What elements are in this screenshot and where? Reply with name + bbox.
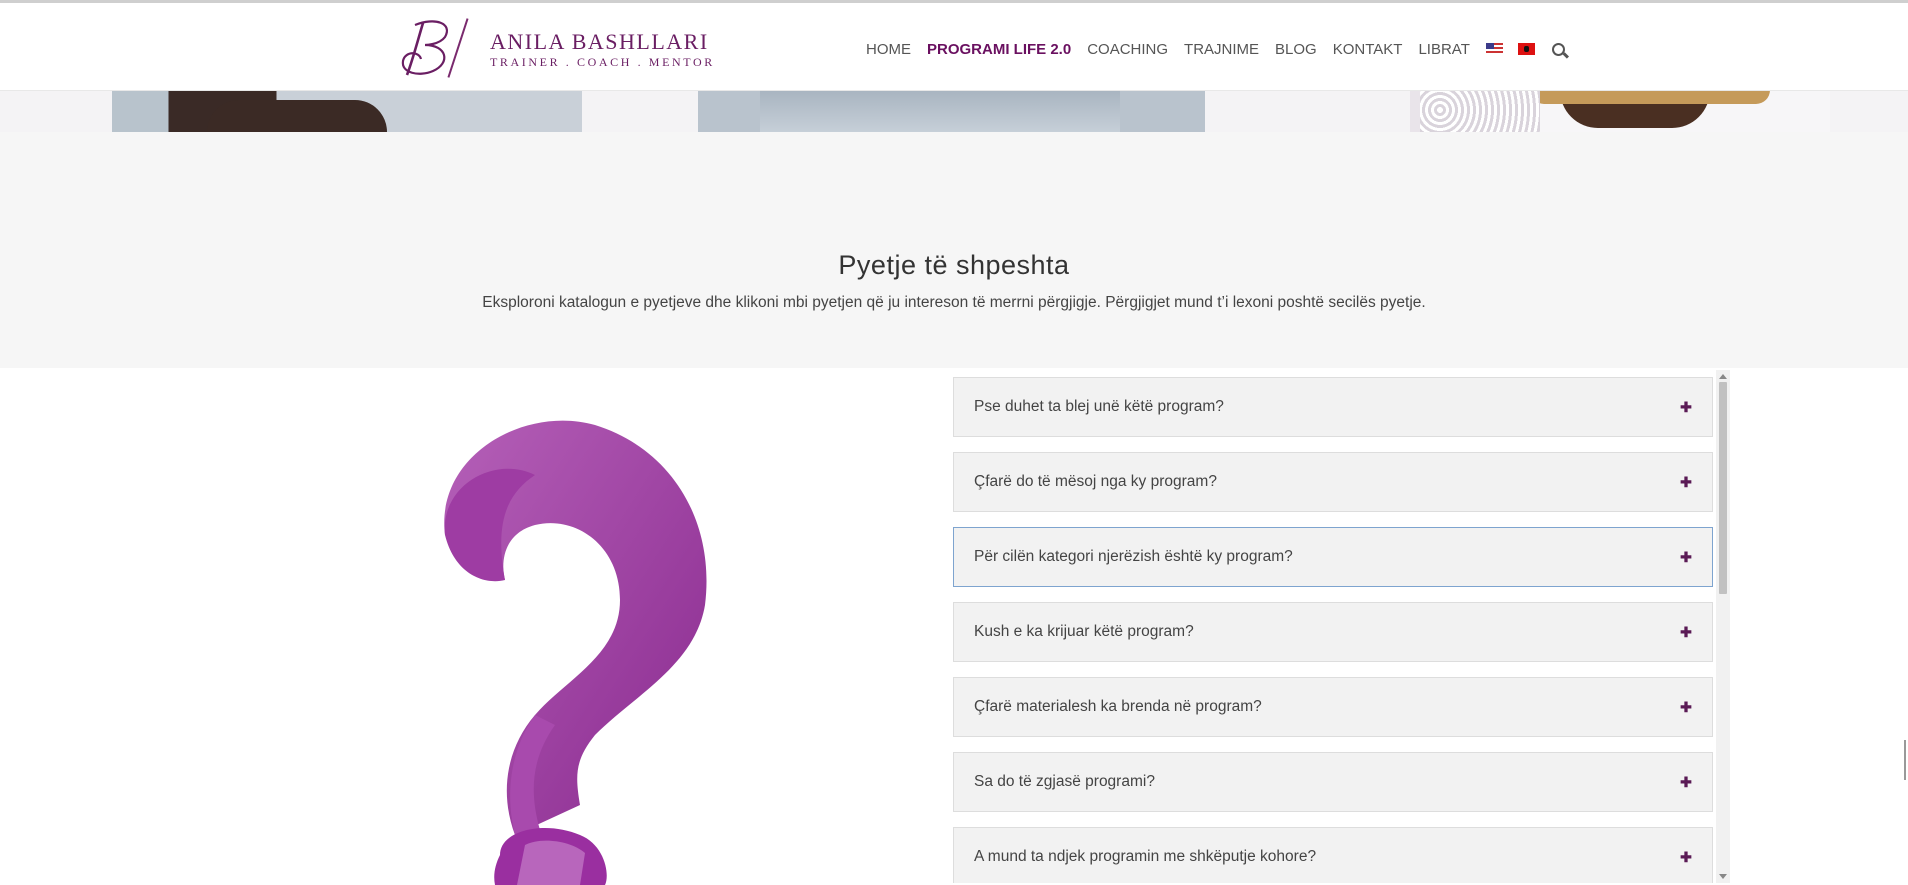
site-header: ANILA BASHLLARI TRAINER . COACH . MENTOR… — [0, 3, 1908, 91]
plus-icon[interactable]: ✚ — [1674, 774, 1698, 791]
nav-item-coaching[interactable]: COACHING — [1087, 41, 1168, 58]
faq-header-section: Pyetje të shpeshta Eksploroni katalogun … — [0, 132, 1908, 368]
nav-item-programi-life[interactable]: PROGRAMI LIFE 2.0 — [927, 41, 1071, 58]
brand-tagline: TRAINER . COACH . MENTOR — [490, 55, 715, 69]
scroll-up-icon[interactable] — [1719, 374, 1727, 379]
search-icon[interactable] — [1551, 43, 1568, 59]
scroll-down-icon[interactable] — [1719, 874, 1727, 879]
logo-monogram-icon — [401, 20, 448, 76]
nav-item-kontakt[interactable]: KONTAKT — [1333, 41, 1403, 58]
faq-item[interactable]: Pse duhet ta blej unë këtë program? ✚ — [953, 377, 1713, 437]
albania-flag-icon[interactable] — [1517, 43, 1535, 55]
plus-icon[interactable]: ✚ — [1674, 699, 1698, 716]
nav-item-home[interactable]: HOME — [866, 41, 911, 58]
faq-accordion: Pse duhet ta blej unë këtë program? ✚ Çf… — [952, 370, 1730, 883]
plus-icon[interactable]: ✚ — [1674, 399, 1698, 416]
plus-icon[interactable]: ✚ — [1674, 549, 1698, 566]
faq-subtitle: Eksploroni katalogun e pyetjeve dhe klik… — [482, 294, 1426, 311]
main-nav: HOME PROGRAMI LIFE 2.0 COACHING TRAJNIME… — [866, 37, 1568, 61]
faq-item[interactable]: A mund ta ndjek programin me shkëputje k… — [953, 827, 1713, 883]
nav-item-blog[interactable]: BLOG — [1275, 41, 1317, 58]
faq-question: Kush e ka krijuar këtë program? — [974, 623, 1194, 640]
faq-question: Çfarë materialesh ka brenda në program? — [974, 698, 1262, 715]
faq-question: Çfarë do të mësoj nga ky program? — [974, 473, 1217, 490]
hero-photo-strip — [0, 90, 1908, 132]
plus-icon[interactable]: ✚ — [1674, 474, 1698, 491]
faq-item[interactable]: Çfarë do të mësoj nga ky program? ✚ — [953, 452, 1713, 512]
faq-question: Për cilën kategori njerëzish është ky pr… — [974, 548, 1293, 565]
faq-title: Pyetje të shpeshta — [838, 250, 1070, 280]
hero-photo-right — [1410, 90, 1830, 132]
faq-question: Sa do të zgjasë programi? — [974, 773, 1155, 790]
window-edge-handle — [1904, 740, 1906, 780]
site-logo[interactable]: ANILA BASHLLARI TRAINER . COACH . MENTOR — [395, 15, 715, 79]
question-mark-icon — [444, 420, 707, 885]
faq-scrollbar[interactable] — [1716, 370, 1730, 883]
scroll-thumb[interactable] — [1719, 382, 1727, 594]
faq-question: A mund ta ndjek programin me shkëputje k… — [974, 848, 1317, 865]
nav-item-librat[interactable]: LIBRAT — [1418, 41, 1469, 58]
us-flag-icon[interactable] — [1485, 43, 1503, 55]
nav-item-trajnime[interactable]: TRAJNIME — [1184, 41, 1259, 58]
hero-photo-center — [620, 90, 1270, 132]
faq-item[interactable]: Kush e ka krijuar këtë program? ✚ — [953, 602, 1713, 662]
plus-icon[interactable]: ✚ — [1674, 849, 1698, 866]
faq-item[interactable]: Për cilën kategori njerëzish është ky pr… — [953, 527, 1713, 587]
plus-icon[interactable]: ✚ — [1674, 624, 1698, 641]
faq-question: Pse duhet ta blej unë këtë program? — [974, 398, 1224, 415]
hero-photo-left — [112, 90, 582, 132]
faq-item[interactable]: Çfarë materialesh ka brenda në program? … — [953, 677, 1713, 737]
faq-item[interactable]: Sa do të zgjasë programi? ✚ — [953, 752, 1713, 812]
brand-name: ANILA BASHLLARI — [490, 29, 709, 54]
